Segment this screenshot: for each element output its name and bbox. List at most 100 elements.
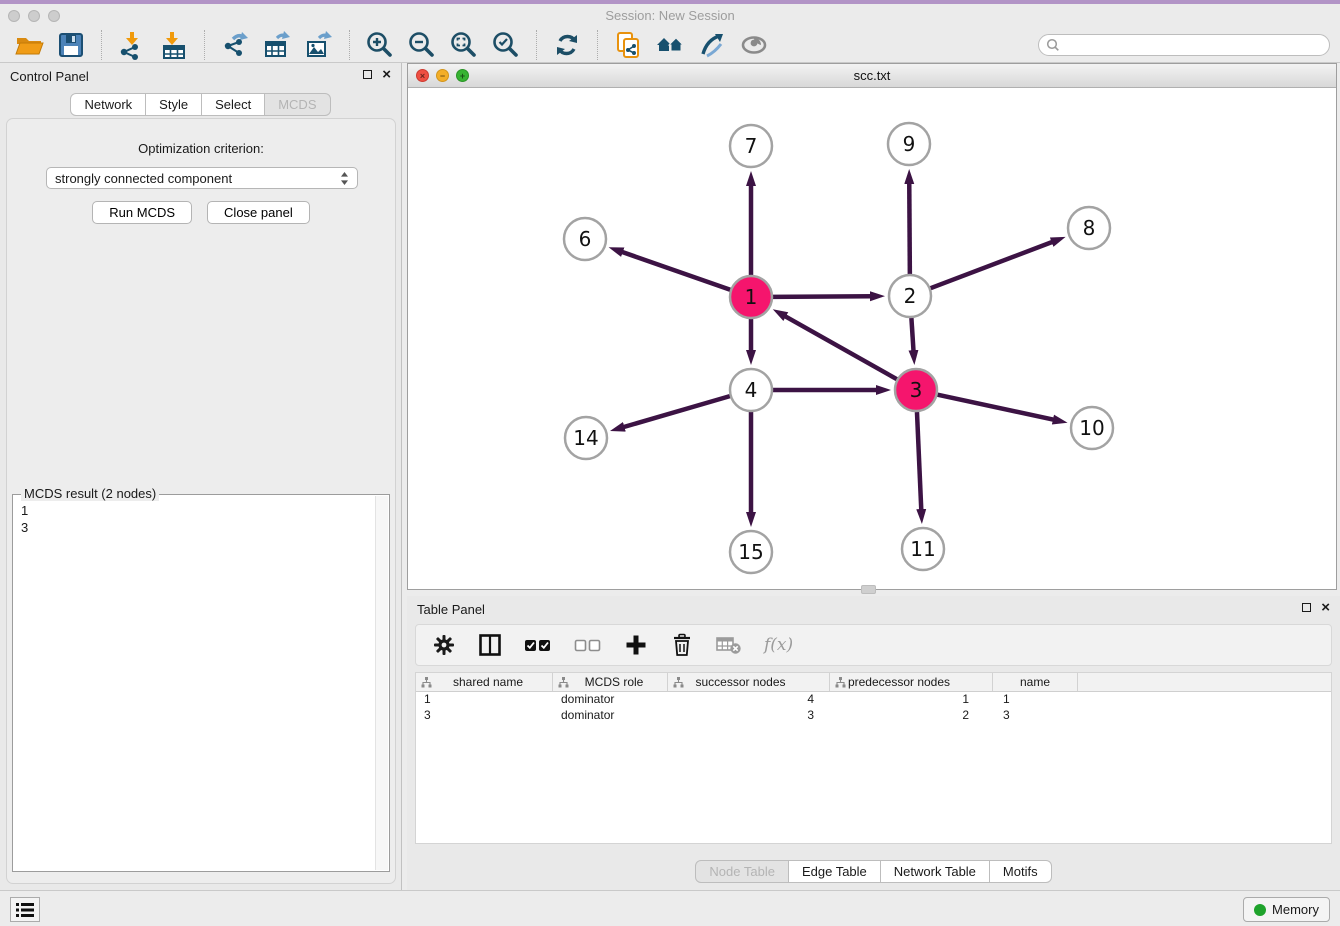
show-hidden-eye-icon[interactable] <box>738 29 770 61</box>
refresh-view-icon[interactable] <box>551 29 583 61</box>
import-table-icon[interactable] <box>158 29 190 61</box>
column-header-predecessor-nodes[interactable]: predecessor nodes <box>830 673 993 691</box>
close-panel-button[interactable]: Close panel <box>207 201 310 224</box>
table-header-row: shared name MCDS role successor nodes pr… <box>416 673 1331 692</box>
network-canvas[interactable]: 7 9 6 8 1 2 4 3 14 10 15 11 <box>408 88 1336 589</box>
mcds-result-title: MCDS result (2 nodes) <box>21 486 159 501</box>
svg-text:1: 1 <box>745 285 758 309</box>
edge-1-2[interactable] <box>773 296 872 297</box>
result-scrollbar[interactable] <box>375 496 388 870</box>
table-tabs: Node Table Edge Table Network Table Moti… <box>407 860 1340 883</box>
svg-text:7: 7 <box>745 134 758 158</box>
network-window-titlebar[interactable]: × − + scc.txt <box>408 64 1336 88</box>
add-row-icon[interactable] <box>624 633 648 657</box>
search-icon <box>1045 37 1061 53</box>
svg-text:8: 8 <box>1083 216 1096 240</box>
float-panel-icon[interactable] <box>363 70 372 79</box>
open-session-icon[interactable] <box>13 29 45 61</box>
memory-status-icon <box>1254 904 1266 916</box>
deselect-all-rows-icon[interactable] <box>574 637 602 653</box>
graph-node-6[interactable]: 6 <box>564 218 606 260</box>
first-neighbors-icon[interactable] <box>654 29 686 61</box>
graph-node-8[interactable]: 8 <box>1068 207 1110 249</box>
show-column-icon[interactable] <box>478 633 502 657</box>
zoom-fit-icon[interactable] <box>448 29 480 61</box>
mcds-result-box: MCDS result (2 nodes) 1 3 <box>12 494 390 872</box>
export-network-icon[interactable] <box>219 29 251 61</box>
tab-select[interactable]: Select <box>201 93 265 116</box>
close-table-panel-icon[interactable]: × <box>1321 602 1330 613</box>
export-table-icon[interactable] <box>261 29 293 61</box>
table-row[interactable]: 3 dominator 3 2 3 <box>416 708 1331 724</box>
edge-4-14[interactable] <box>622 396 729 427</box>
search-input[interactable] <box>1061 36 1329 54</box>
column-header-shared-name[interactable]: shared name <box>416 673 553 691</box>
edge-2-9[interactable] <box>909 182 910 274</box>
graph-node-1[interactable]: 1 <box>730 276 772 318</box>
select-all-rows-icon[interactable] <box>524 637 552 653</box>
task-history-button[interactable] <box>10 897 40 922</box>
tab-style[interactable]: Style <box>145 93 202 116</box>
graph-node-14[interactable]: 14 <box>565 417 607 459</box>
graph-node-9[interactable]: 9 <box>888 123 930 165</box>
export-image-icon[interactable] <box>303 29 335 61</box>
svg-text:9: 9 <box>903 132 916 156</box>
attribute-type-icon <box>558 677 569 688</box>
svg-text:11: 11 <box>910 537 935 561</box>
save-session-icon[interactable] <box>55 29 87 61</box>
hide-selected-icon[interactable] <box>696 29 728 61</box>
edge-2-8[interactable] <box>931 241 1054 288</box>
svg-text:15: 15 <box>738 540 763 564</box>
tab-edge-table[interactable]: Edge Table <box>788 860 881 883</box>
delete-row-trash-icon[interactable] <box>670 633 694 657</box>
delete-table-icon[interactable] <box>716 635 742 655</box>
table-toolbar: f(x) <box>415 624 1332 666</box>
memory-button[interactable]: Memory <box>1243 897 1330 922</box>
edge-3-10[interactable] <box>938 395 1055 420</box>
network-view-window: × − + scc.txt 7 9 6 8 1 2 4 3 14 10 15 11 <box>407 63 1337 590</box>
graph-node-2[interactable]: 2 <box>889 275 931 317</box>
optimization-criterion-label: Optimization criterion: <box>7 141 395 156</box>
tab-mcds[interactable]: MCDS <box>264 93 330 116</box>
optimization-criterion-select[interactable]: strongly connected component <box>46 167 358 189</box>
graph-node-10[interactable]: 10 <box>1071 407 1113 449</box>
import-network-icon[interactable] <box>116 29 148 61</box>
close-panel-icon[interactable]: × <box>382 69 391 80</box>
column-header-name[interactable]: name <box>993 673 1078 691</box>
titlebar: Session: New Session <box>0 4 1340 28</box>
attribute-type-icon <box>421 677 432 688</box>
function-builder-icon[interactable]: f(x) <box>764 635 793 655</box>
float-table-panel-icon[interactable] <box>1302 603 1311 612</box>
control-panel: Control Panel × Network Style Select MCD… <box>0 63 402 890</box>
run-mcds-button[interactable]: Run MCDS <box>92 201 192 224</box>
edge-3-11[interactable] <box>917 412 921 511</box>
graph-node-11[interactable]: 11 <box>902 528 944 570</box>
zoom-out-icon[interactable] <box>406 29 438 61</box>
memory-label: Memory <box>1272 902 1319 917</box>
application-window: Session: New Session <box>0 0 1340 926</box>
tab-network[interactable]: Network <box>70 93 146 116</box>
tab-motifs[interactable]: Motifs <box>989 860 1052 883</box>
svg-text:3: 3 <box>910 378 923 402</box>
duplicate-network-icon[interactable] <box>612 29 644 61</box>
tab-network-table[interactable]: Network Table <box>880 860 990 883</box>
graph-node-15[interactable]: 15 <box>730 531 772 573</box>
graph-node-7[interactable]: 7 <box>730 125 772 167</box>
zoom-selected-icon[interactable] <box>490 29 522 61</box>
toolbar-separator <box>597 30 598 60</box>
graph-node-4[interactable]: 4 <box>730 369 772 411</box>
mcds-result-text[interactable]: 1 3 <box>13 495 389 543</box>
table-row[interactable]: 1 dominator 4 1 1 <box>416 692 1331 708</box>
splitter-grip[interactable] <box>861 585 876 594</box>
edge-1-6[interactable] <box>621 252 730 290</box>
table-settings-gear-icon[interactable] <box>432 633 456 657</box>
column-header-mcds-role[interactable]: MCDS role <box>553 673 668 691</box>
tab-node-table[interactable]: Node Table <box>695 860 789 883</box>
zoom-in-icon[interactable] <box>364 29 396 61</box>
graph-node-3[interactable]: 3 <box>895 369 937 411</box>
window-title: Session: New Session <box>0 8 1340 23</box>
edge-3-1[interactable] <box>784 316 897 380</box>
edge-2-3[interactable] <box>911 318 913 352</box>
column-header-successor-nodes[interactable]: successor nodes <box>668 673 830 691</box>
search-field[interactable] <box>1038 34 1330 56</box>
